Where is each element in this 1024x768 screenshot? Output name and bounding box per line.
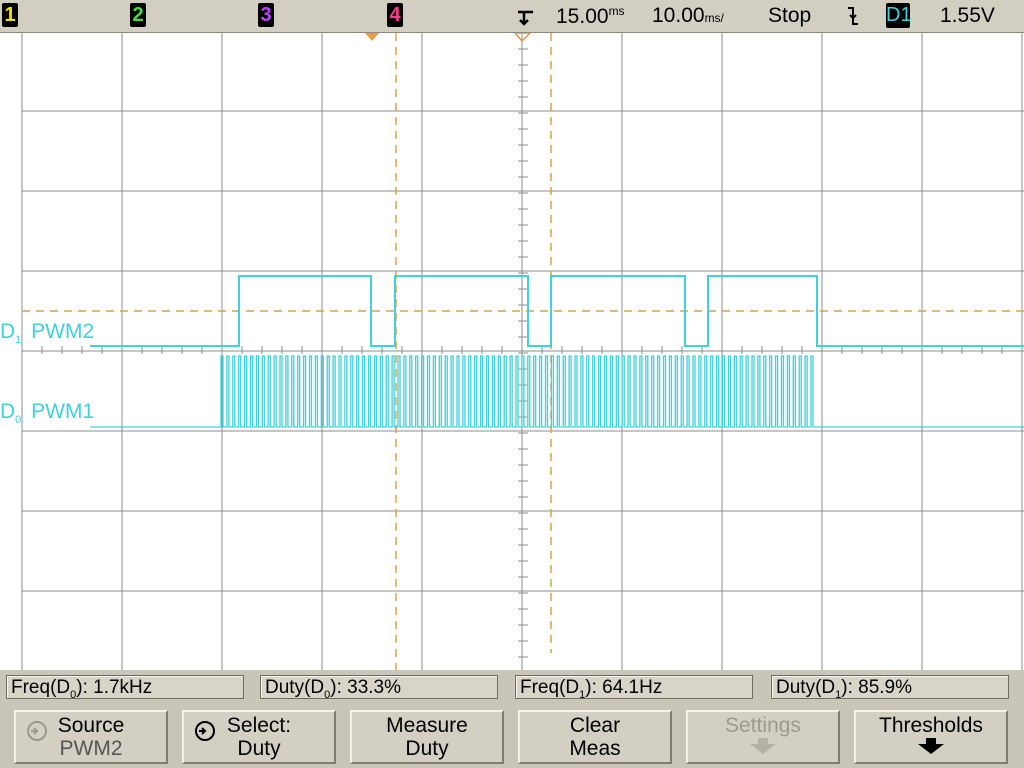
submenu-arrow-icon	[856, 737, 1006, 760]
status-bar: 1 2 3 4 15.00ms 10.00ms/ Stop D1 1.55V	[0, 0, 1024, 33]
thresholds-softkey[interactable]: Thresholds	[854, 710, 1008, 764]
select-softkey[interactable]: Select: Duty	[182, 710, 336, 764]
clear-meas-softkey[interactable]: Clear Meas	[518, 710, 672, 764]
trace-label-pwm1: D0 PWM1	[0, 400, 95, 427]
run-state: Stop	[768, 4, 812, 27]
graticule	[21, 33, 1024, 670]
channel-1-badge[interactable]: 1	[2, 3, 18, 27]
timebase-readout: 10.00ms/	[652, 4, 724, 27]
trigger-position-marker	[365, 33, 379, 41]
waveform-display[interactable]: D1 PWM2 D0 PWM1	[0, 33, 1024, 670]
measurement-bar: Freq(D0): 1.7kHz Duty(D0): 33.3% Freq(D1…	[0, 671, 1024, 703]
channel-4-badge[interactable]: 4	[387, 3, 403, 27]
trace-pwm1	[90, 355, 1024, 428]
trace-label-pwm2: D1 PWM2	[0, 320, 95, 347]
delay-readout: 15.00ms	[556, 4, 625, 28]
settings-softkey[interactable]: Settings	[686, 710, 840, 764]
measurement-duty-d1: Duty(D1): 85.9%	[771, 675, 1009, 701]
channel-2-badge[interactable]: 2	[130, 3, 146, 27]
trigger-level: 1.55V	[940, 4, 995, 27]
measure-duty-softkey[interactable]: Measure Duty	[350, 710, 504, 764]
measurement-duty-d0: Duty(D0): 33.3%	[260, 675, 498, 701]
trigger-source-badge: D1	[886, 3, 912, 28]
measurement-freq-d1: Freq(D1): 64.1Hz	[515, 675, 753, 701]
measurement-freq-d0: Freq(D0): 1.7kHz	[6, 675, 244, 701]
entry-knob-icon	[24, 718, 50, 749]
submenu-arrow-icon	[688, 737, 838, 760]
falling-edge-trigger-icon	[845, 5, 861, 32]
delay-icon	[515, 6, 537, 33]
channel-3-badge[interactable]: 3	[258, 3, 274, 27]
source-softkey[interactable]: Source PWM2	[14, 710, 168, 764]
entry-knob-icon	[192, 718, 218, 749]
softkey-bar: Source PWM2 Select: Duty Measure Duty Cl…	[0, 704, 1024, 768]
